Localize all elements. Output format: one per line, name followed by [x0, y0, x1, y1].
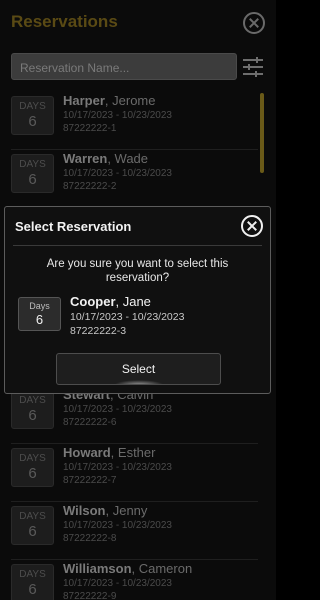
- confirmation-number: 87222222-3: [70, 325, 127, 337]
- list-item[interactable]: DAYS 6 Wilson, Jenny 10/17/2023 - 10/23/…: [0, 500, 258, 560]
- guest-name: Wilson, Jenny: [63, 503, 148, 518]
- confirmation-number: 87222222-1: [63, 123, 117, 134]
- days-badge: DAYS 6: [11, 506, 54, 545]
- guest-name: Warren, Wade: [63, 151, 149, 166]
- list-item[interactable]: DAYS 6 Harper, Jerome 10/17/2023 - 10/23…: [0, 90, 258, 150]
- guest-name: Howard, Esther: [63, 445, 156, 460]
- page-title: Reservations: [11, 12, 118, 31]
- stay-dates: 10/17/2023 - 10/23/2023: [63, 404, 172, 415]
- stay-dates: 10/17/2023 - 10/23/2023: [63, 520, 172, 531]
- stay-dates: 10/17/2023 - 10/23/2023: [70, 311, 185, 323]
- stay-dates: 10/17/2023 - 10/23/2023: [63, 578, 172, 589]
- stay-dates: 10/17/2023 - 10/23/2023: [63, 168, 172, 179]
- confirmation-number: 87222222-6: [63, 417, 117, 428]
- guest-name: Williamson, Cameron: [63, 561, 193, 576]
- stay-dates: 10/17/2023 - 10/23/2023: [63, 462, 172, 473]
- list-item[interactable]: DAYS 6 Williamson, Cameron 10/17/2023 - …: [0, 558, 258, 600]
- days-badge: DAYS 6: [11, 564, 54, 600]
- confirmation-number: 87222222-7: [63, 475, 117, 486]
- days-badge: DAYS 6: [11, 96, 54, 135]
- list-item[interactable]: DAYS 6 Howard, Esther 10/17/2023 - 10/23…: [0, 442, 258, 502]
- confirmation-question: Are you sure you want to select this res…: [46, 258, 229, 284]
- filter-sliders-icon[interactable]: [243, 57, 265, 77]
- select-reservation-dialog: Select Reservation Are you sure you want…: [4, 206, 271, 394]
- scrollbar[interactable]: [260, 93, 264, 173]
- list-item[interactable]: DAYS 6 Warren, Wade 10/17/2023 - 10/23/2…: [0, 148, 258, 208]
- guest-name: Cooper, Jane: [70, 294, 151, 309]
- days-badge: DAYS 6: [11, 154, 54, 193]
- select-button[interactable]: Select: [56, 353, 221, 385]
- guest-name: Harper, Jerome: [63, 93, 156, 108]
- dialog-title: Select Reservation: [15, 219, 132, 234]
- days-badge: DAYS 6: [11, 448, 54, 487]
- divider: [13, 245, 262, 246]
- close-icon[interactable]: [243, 12, 265, 34]
- days-badge: Days 6: [18, 297, 61, 331]
- confirmation-number: 87222222-2: [63, 181, 117, 192]
- close-icon[interactable]: [241, 215, 263, 237]
- search-input[interactable]: Reservation Name...: [11, 53, 237, 80]
- days-badge: DAYS 6: [11, 390, 54, 429]
- confirmation-number: 87222222-9: [63, 591, 117, 600]
- stay-dates: 10/17/2023 - 10/23/2023: [63, 110, 172, 121]
- confirmation-number: 87222222-8: [63, 533, 117, 544]
